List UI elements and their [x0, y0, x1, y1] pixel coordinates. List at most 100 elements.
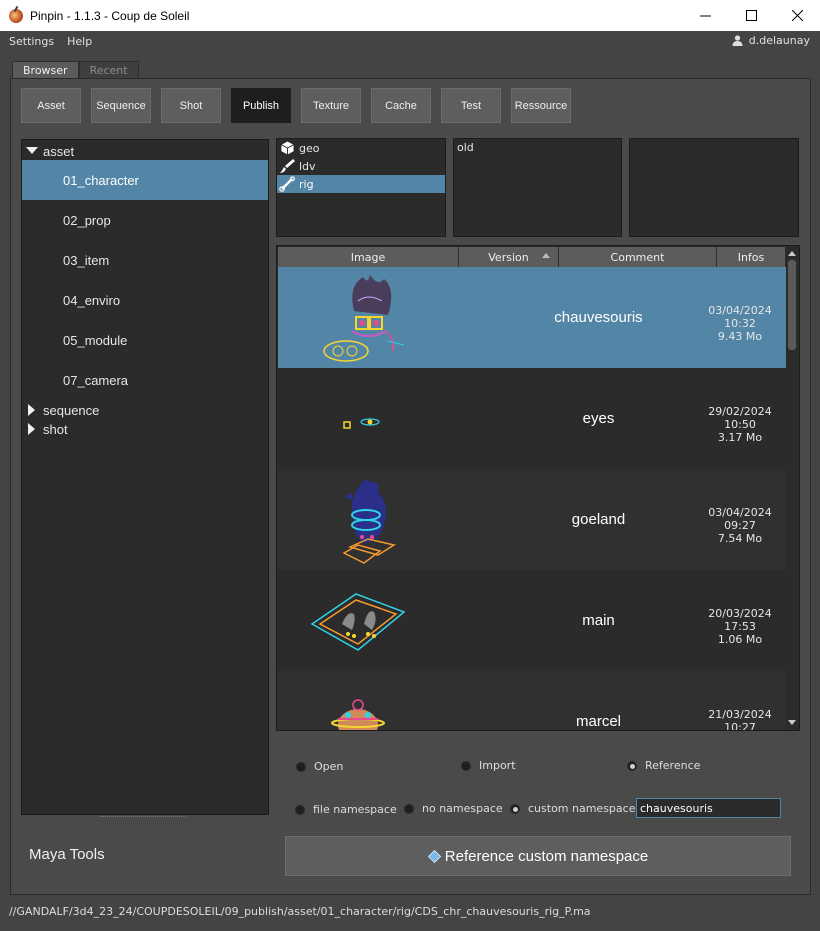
column-comment[interactable]: Comment: [559, 247, 717, 267]
publish-table: Image Version Comment Infos chauvesouris…: [276, 245, 800, 731]
tab-recent[interactable]: Recent: [78, 61, 139, 79]
tree-item-05-module[interactable]: 05_module: [22, 320, 268, 360]
close-icon: [791, 10, 803, 21]
table-row[interactable]: eyes 29/02/2024 10:50 3.17 Mo: [278, 368, 786, 469]
radio-label: Import: [479, 759, 516, 772]
tree-item-shot[interactable]: shot: [22, 419, 268, 439]
radio-dot[interactable]: [404, 803, 414, 814]
radio-open[interactable]: Open: [296, 760, 343, 773]
type-item-label: ldv: [299, 159, 316, 173]
tree-item-asset[interactable]: asset: [22, 141, 268, 161]
type-list: geo ldv rig: [276, 138, 446, 237]
row-time: 10:27: [724, 721, 756, 731]
thumbnail-eyes: [343, 418, 380, 429]
close-button[interactable]: [774, 0, 820, 31]
category-sequence-button[interactable]: Sequence: [91, 88, 151, 123]
tree-item-label: 04_enviro: [63, 292, 121, 308]
type-item-ldv[interactable]: ldv: [277, 157, 445, 175]
window-controls: [682, 0, 820, 31]
radio-import[interactable]: Import: [461, 759, 516, 772]
thumbnail-chauvesouris: [323, 275, 405, 362]
radio-dot[interactable]: [510, 803, 520, 814]
expand-right-icon[interactable]: [28, 423, 35, 435]
tree-item-label: shot: [43, 421, 68, 437]
tree-item-label: 07_camera: [63, 372, 129, 388]
tree-item-01-character[interactable]: 01_character: [22, 160, 268, 200]
category-bar: Asset Sequence Shot Publish Texture Cach…: [21, 88, 581, 123]
menu-settings[interactable]: Settings: [9, 35, 54, 48]
category-asset-button[interactable]: Asset: [21, 88, 81, 123]
minimize-button[interactable]: [682, 0, 728, 31]
radio-dot[interactable]: [295, 804, 305, 815]
row-size: 1.06 Mo: [717, 633, 763, 646]
row-infos: 20/03/2024 17:53 1.06 Mo: [700, 607, 780, 646]
tree-item-04-enviro[interactable]: 04_enviro: [22, 280, 268, 320]
category-cache-button[interactable]: Cache: [371, 88, 431, 123]
radio-dot[interactable]: [627, 760, 637, 771]
category-test-button[interactable]: Test: [441, 88, 501, 123]
namespace-input[interactable]: [636, 798, 781, 818]
category-publish-button[interactable]: Publish: [231, 88, 291, 123]
reference-custom-namespace-button[interactable]: Reference custom namespace: [285, 836, 791, 876]
radio-label: custom namespace: [528, 802, 636, 815]
radio-file-namespace[interactable]: file namespace: [295, 803, 397, 816]
splitter-handle[interactable]: [100, 816, 186, 819]
radio-no-namespace[interactable]: no namespace: [404, 802, 503, 815]
radio-reference[interactable]: Reference: [627, 759, 700, 772]
type-item-label: geo: [299, 141, 320, 155]
tree-item-label: 05_module: [63, 332, 128, 348]
row-infos: 29/02/2024 10:50 3.17 Mo: [700, 405, 780, 444]
table-row[interactable]: main 20/03/2024 17:53 1.06 Mo: [278, 570, 786, 671]
tab-browser[interactable]: Browser: [12, 61, 79, 79]
category-ressource-button[interactable]: Ressource: [511, 88, 571, 123]
version-folder-list: old: [453, 138, 622, 237]
row-time: 10:32: [724, 317, 756, 330]
scroll-up-icon[interactable]: [788, 251, 796, 256]
table-row[interactable]: marcel 21/03/2024 10:27: [278, 671, 786, 731]
table-scrollbar[interactable]: [786, 247, 798, 729]
row-time: 09:27: [724, 519, 756, 532]
user-icon: [732, 35, 743, 46]
radio-dot[interactable]: [296, 761, 306, 772]
column-version[interactable]: Version: [459, 247, 559, 267]
expand-down-icon[interactable]: [26, 147, 38, 154]
maya-tools-label: Maya Tools: [29, 846, 105, 863]
radio-custom-namespace[interactable]: custom namespace: [510, 802, 635, 815]
category-texture-button[interactable]: Texture: [301, 88, 361, 123]
type-item-geo[interactable]: geo: [277, 139, 445, 157]
radio-dot[interactable]: [461, 760, 471, 771]
row-date: 21/03/2024: [708, 708, 772, 721]
expand-right-icon[interactable]: [28, 404, 35, 416]
column-infos[interactable]: Infos: [717, 247, 786, 267]
column-image[interactable]: Image: [278, 247, 459, 267]
row-infos: 03/04/2024 10:32 9.43 Mo: [700, 304, 780, 343]
scroll-down-icon[interactable]: [788, 720, 796, 725]
version-folder-old[interactable]: old: [454, 139, 621, 154]
column-version-label: Version: [488, 250, 529, 264]
user-box[interactable]: d.delaunay: [732, 34, 810, 47]
tree-item-label: sequence: [43, 402, 100, 418]
scroll-thumb[interactable]: [788, 260, 796, 350]
tree-item-label: 03_item: [63, 252, 110, 268]
row-date: 03/04/2024: [708, 304, 772, 317]
tree-item-03-item[interactable]: 03_item: [22, 240, 268, 280]
tree-item-02-prop[interactable]: 02_prop: [22, 200, 268, 240]
table-row[interactable]: goeland 03/04/2024 09:27 7.54 Mo: [278, 469, 786, 570]
row-time: 10:50: [724, 418, 756, 431]
maximize-button[interactable]: [728, 0, 774, 31]
category-shot-button[interactable]: Shot: [161, 88, 221, 123]
reference-button-label: Reference custom namespace: [444, 847, 649, 865]
tree-item-sequence[interactable]: sequence: [22, 400, 268, 420]
row-date: 29/02/2024: [708, 405, 772, 418]
radio-label: no namespace: [422, 802, 503, 815]
type-item-rig[interactable]: rig: [277, 175, 445, 193]
table-row[interactable]: chauvesouris 03/04/2024 10:32 9.43 Mo: [278, 267, 786, 368]
type-item-label: rig: [299, 177, 314, 191]
row-date: 20/03/2024: [708, 607, 772, 620]
row-infos: 21/03/2024 10:27: [700, 708, 780, 731]
title-bar: Pinpin - 1.1.3 - Coup de Soleil: [0, 0, 820, 31]
tree-item-07-camera[interactable]: 07_camera: [22, 360, 268, 400]
menu-help[interactable]: Help: [67, 35, 92, 48]
radio-label: file namespace: [313, 803, 397, 816]
diamond-icon: [427, 849, 441, 863]
